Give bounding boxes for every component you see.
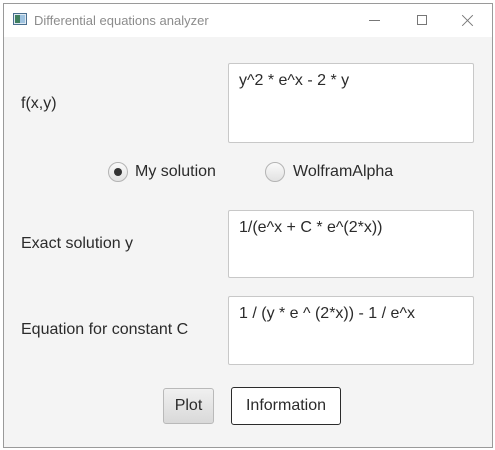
constant-equation-label: Equation for constant C — [21, 321, 189, 338]
title-bar[interactable]: Differential equations analyzer — [4, 4, 492, 37]
wolframalpha-label[interactable]: WolframAlpha — [293, 163, 393, 181]
app-window: Differential equations analyzer f(x,y) y… — [3, 3, 493, 448]
window-title: Differential equations analyzer — [34, 13, 209, 28]
wolframalpha-radio[interactable] — [265, 162, 285, 182]
my-solution-label[interactable]: My solution — [135, 163, 216, 181]
fxy-input[interactable]: y^2 * e^x - 2 * y — [228, 63, 474, 143]
my-solution-radio[interactable] — [108, 162, 128, 182]
minimize-button[interactable] — [352, 4, 398, 37]
radio-selected-dot — [114, 168, 122, 176]
information-button[interactable]: Information — [231, 387, 341, 425]
minimize-icon — [369, 20, 380, 21]
plot-button[interactable]: Plot — [163, 388, 214, 424]
app-icon — [13, 13, 27, 25]
fxy-label: f(x,y) — [21, 95, 57, 112]
exact-solution-field[interactable]: 1/(e^x + C * e^(2*x)) — [228, 210, 474, 278]
exact-solution-label: Exact solution y — [21, 235, 134, 252]
constant-equation-field[interactable]: 1 / (y * e ^ (2*x)) - 1 / e^x — [228, 296, 474, 365]
close-icon — [461, 14, 474, 27]
maximize-button[interactable] — [398, 4, 444, 37]
maximize-icon — [417, 15, 427, 25]
close-button[interactable] — [444, 4, 490, 37]
